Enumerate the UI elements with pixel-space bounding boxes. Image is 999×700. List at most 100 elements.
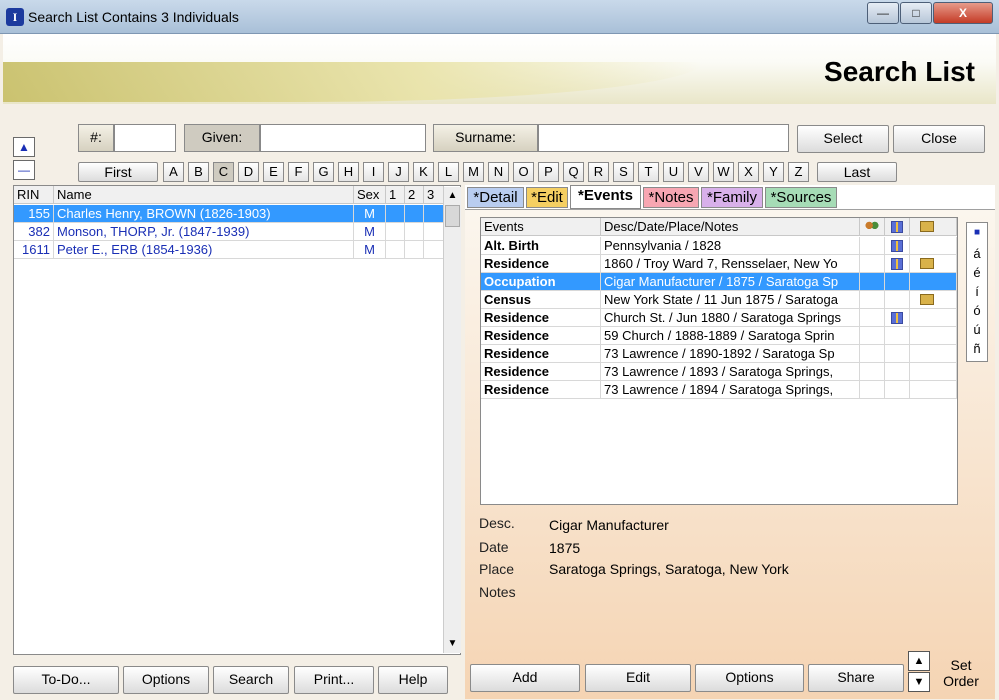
col-header-2[interactable]: 2 [405,186,424,204]
move-up-button[interactable]: ▲ [13,137,35,157]
event-row[interactable]: Residence 73 Lawrence / 1894 / Saratoga S… [481,381,957,399]
letter-q-button[interactable]: Q [563,162,584,182]
col-header-sex[interactable]: Sex [354,186,386,204]
letter-f-button[interactable]: F [288,162,309,182]
book-icon[interactable] [891,258,903,270]
edit-event-button[interactable]: Edit [585,664,691,692]
accent-char-button[interactable]: á [967,246,987,261]
letter-k-button[interactable]: K [413,162,434,182]
share-button[interactable]: Share [808,664,904,692]
given-label[interactable]: Given: [184,124,260,152]
event-row[interactable]: Occupation Cigar Manufacturer / 1875 / Sa… [481,273,957,291]
help-button[interactable]: Help [378,666,448,694]
scroll-thumb[interactable] [445,205,460,227]
options-button-left[interactable]: Options [123,666,209,694]
letter-t-button[interactable]: T [638,162,659,182]
tab-notes[interactable]: *Notes [643,187,699,208]
event-row[interactable]: Residence 59 Church / 1888-1889 / Saratog… [481,327,957,345]
letter-b-button[interactable]: B [188,162,209,182]
book-icon[interactable] [891,312,903,324]
event-row[interactable]: Residence 73 Lawrence / 1893 / Saratoga S… [481,363,957,381]
photo-icon[interactable] [920,294,934,305]
event-row[interactable]: Census New York State / 11 Jun 1875 / Sar… [481,291,957,309]
letter-z-button[interactable]: Z [788,162,809,182]
order-down-button[interactable]: ▼ [908,672,930,692]
accent-char-button[interactable]: ó [967,303,987,318]
letter-r-button[interactable]: R [588,162,609,182]
col-header-sources[interactable] [885,218,910,236]
letter-m-button[interactable]: M [463,162,484,182]
event-row[interactable]: Residence 1860 / Troy Ward 7, Rensselaer,… [481,255,957,273]
todo-button[interactable]: To-Do... [13,666,119,694]
last-button[interactable]: Last [817,162,897,182]
scroll-down-arrow[interactable]: ▼ [444,635,461,652]
events-table[interactable]: Events Desc/Date/Place/Notes Alt. Birth P… [480,217,958,505]
accent-char-button[interactable]: é [967,265,987,280]
list-scrollbar[interactable]: ▲ ▼ [443,187,461,653]
letter-h-button[interactable]: H [338,162,359,182]
tab-sources[interactable]: *Sources [765,187,837,208]
col-header-rin[interactable]: RIN [14,186,54,204]
letter-u-button[interactable]: U [663,162,684,182]
surname-input[interactable] [538,124,789,152]
letter-c-button[interactable]: C [213,162,234,182]
col-header-name[interactable]: Name [54,186,354,204]
col-header-1[interactable]: 1 [386,186,405,204]
list-row[interactable]: 1611 Peter E., ERB (1854-1936) M [14,241,444,259]
place-value: Saratoga Springs, Saratoga, New York [549,561,789,577]
accent-char-button[interactable]: ñ [967,341,987,356]
letter-e-button[interactable]: E [263,162,284,182]
letter-v-button[interactable]: V [688,162,709,182]
col-header-events[interactable]: Events [481,218,601,236]
letter-d-button[interactable]: D [238,162,259,182]
given-input[interactable] [260,124,426,152]
accent-square-icon[interactable]: ■ [967,227,987,238]
options-button-right[interactable]: Options [695,664,804,692]
book-icon[interactable] [891,240,903,252]
col-header-media[interactable] [910,218,957,236]
letter-s-button[interactable]: S [613,162,634,182]
letter-o-button[interactable]: O [513,162,534,182]
individual-list[interactable]: RIN Name Sex 1 2 3 155 Charles Henry, BRO… [13,185,461,655]
letter-p-button[interactable]: P [538,162,559,182]
first-button[interactable]: First [78,162,158,182]
photo-icon[interactable] [920,258,934,269]
letter-a-button[interactable]: A [163,162,184,182]
minimize-button[interactable]: — [867,2,899,24]
tab-edit[interactable]: *Edit [526,187,568,208]
list-row[interactable]: 382 Monson, THORP, Jr. (1847-1939) M [14,223,444,241]
event-row[interactable]: Residence 73 Lawrence / 1890-1892 / Sarat… [481,345,957,363]
accent-char-button[interactable]: í [967,284,987,299]
tab-family[interactable]: *Family [701,187,763,208]
letter-n-button[interactable]: N [488,162,509,182]
col-header-3[interactable]: 3 [424,186,444,204]
collapse-button[interactable]: — [13,160,35,180]
list-row[interactable]: 155 Charles Henry, BROWN (1826-1903) M [14,205,444,223]
letter-g-button[interactable]: G [313,162,334,182]
col-header-desc[interactable]: Desc/Date/Place/Notes [601,218,860,236]
close-button[interactable]: Close [893,125,985,153]
app-icon[interactable]: I [6,8,24,26]
surname-label[interactable]: Surname: [433,124,538,152]
add-event-button[interactable]: Add [470,664,580,692]
select-button[interactable]: Select [797,125,889,153]
letter-i-button[interactable]: I [363,162,384,182]
tab-events[interactable]: *Events [570,185,641,209]
window-close-button[interactable]: X [933,2,993,24]
letter-w-button[interactable]: W [713,162,734,182]
scroll-up-arrow[interactable]: ▲ [444,187,461,204]
event-row[interactable]: Residence Church St. / Jun 1880 / Saratog… [481,309,957,327]
letter-y-button[interactable]: Y [763,162,784,182]
letter-x-button[interactable]: X [738,162,759,182]
accent-char-button[interactable]: ú [967,322,987,337]
order-up-button[interactable]: ▲ [908,651,930,671]
letter-j-button[interactable]: J [388,162,409,182]
tab-detail[interactable]: *Detail [467,187,524,208]
number-input[interactable] [114,124,176,152]
maximize-button[interactable]: □ [900,2,932,24]
col-header-people[interactable] [860,218,885,236]
event-row[interactable]: Alt. Birth Pennsylvania / 1828 [481,237,957,255]
letter-l-button[interactable]: L [438,162,459,182]
print-button[interactable]: Print... [294,666,374,694]
search-button[interactable]: Search [213,666,289,694]
